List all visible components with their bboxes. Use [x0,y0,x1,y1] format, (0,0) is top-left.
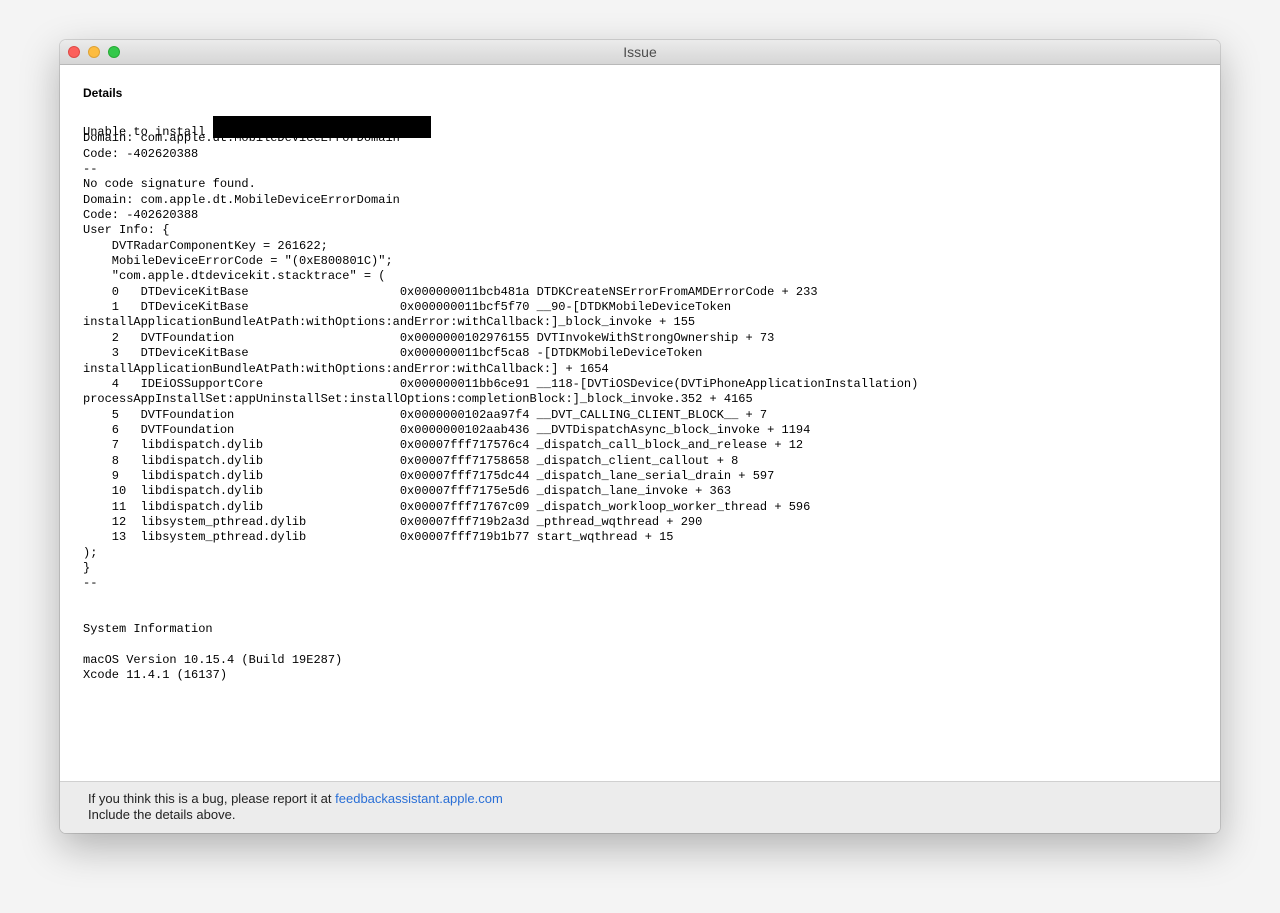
system-info-heading: System Information [83,622,213,636]
footer-message: If you think this is a bug, please repor… [88,791,503,823]
stacktrace-line: 9 libdispatch.dylib 0x00007fff7175dc44 _… [83,468,775,483]
stacktrace-line: 13 libsystem_pthread.dylib 0x00007fff719… [83,530,674,545]
stacktrace-line: 6 DVTFoundation 0x0000000102aab436 __DVT… [83,422,811,437]
log-line: MobileDeviceErrorCode = "(0xE800801C)"; [83,254,393,269]
log-line: Unable to install [83,116,918,139]
stacktrace-line: 1 DTDeviceKitBase 0x000000011bcf5f70 __9… [83,300,732,315]
log-line: Code: -402620388 [83,208,199,223]
stacktrace-line: installApplicationBundleAtPath:withOptio… [83,361,609,376]
log-line: Domain: com.apple.dt.MobileDeviceErrorDo… [83,131,400,146]
stacktrace-line: 11 libdispatch.dylib 0x00007fff71767c09 … [83,499,811,514]
stacktrace-line: 5 DVTFoundation 0x0000000102aa97f4 __DVT… [83,407,768,422]
macos-version: macOS Version 10.15.4 (Build 19E287) [83,652,343,667]
stacktrace-line: 8 libdispatch.dylib 0x00007fff71758658 _… [83,453,739,468]
stacktrace-line: 12 libsystem_pthread.dylib 0x00007fff719… [83,514,703,529]
stacktrace-line: installApplicationBundleAtPath:withOptio… [83,315,696,330]
footer-bar: If you think this is a bug, please repor… [60,781,1220,833]
issue-details-panel[interactable]: Details Unable to install Domain: com.ap… [60,65,1220,781]
log-line: } [83,560,91,575]
issue-window: Issue Details Unable to install Domain: … [60,40,1220,833]
log-line: No code signature found. [83,177,256,192]
stacktrace-line: 4 IDEiOSSupportCore 0x000000011bb6ce91 _… [83,376,919,391]
stacktrace-line: processAppInstallSet:appUninstallSet:ins… [83,392,753,407]
feedback-assistant-link[interactable]: feedbackassistant.apple.com [335,791,503,806]
log-line: DVTRadarComponentKey = 261622; [83,238,328,253]
log-line: -- [83,162,98,177]
xcode-version: Xcode 11.4.1 (16137) [83,668,228,683]
log-line: ); [83,545,98,560]
log-line: Domain: com.apple.dt.MobileDeviceErrorDo… [83,192,400,207]
stacktrace-line: 0 DTDeviceKitBase 0x000000011bcb481a DTD… [83,284,818,299]
title-bar[interactable]: Issue [60,40,1220,65]
log-line: User Info: { [83,223,170,238]
window-title: Issue [623,44,657,60]
system-information[interactable]: System Information macOS Version 10.15.4 … [83,622,342,683]
stacktrace-line: 10 libdispatch.dylib 0x00007fff7175e5d6 … [83,484,732,499]
log-line: -- [83,576,98,591]
footer-prompt: If you think this is a bug, please repor… [88,791,336,806]
error-details-log[interactable]: Unable to install Domain: com.apple.dt.M… [83,116,918,592]
log-line: Code: -402620388 [83,146,199,161]
stacktrace-line: 7 libdispatch.dylib 0x00007fff717576c4 _… [83,438,804,453]
stacktrace-line: 3 DTDeviceKitBase 0x000000011bcf5ca8 -[D… [83,346,703,361]
log-line: "com.apple.dtdevicekit.stacktrace" = ( [83,269,386,284]
footer-note: Include the details above. [88,807,236,822]
stacktrace-line: 2 DVTFoundation 0x0000000102976155 DVTIn… [83,330,775,345]
details-heading: Details [83,86,123,100]
